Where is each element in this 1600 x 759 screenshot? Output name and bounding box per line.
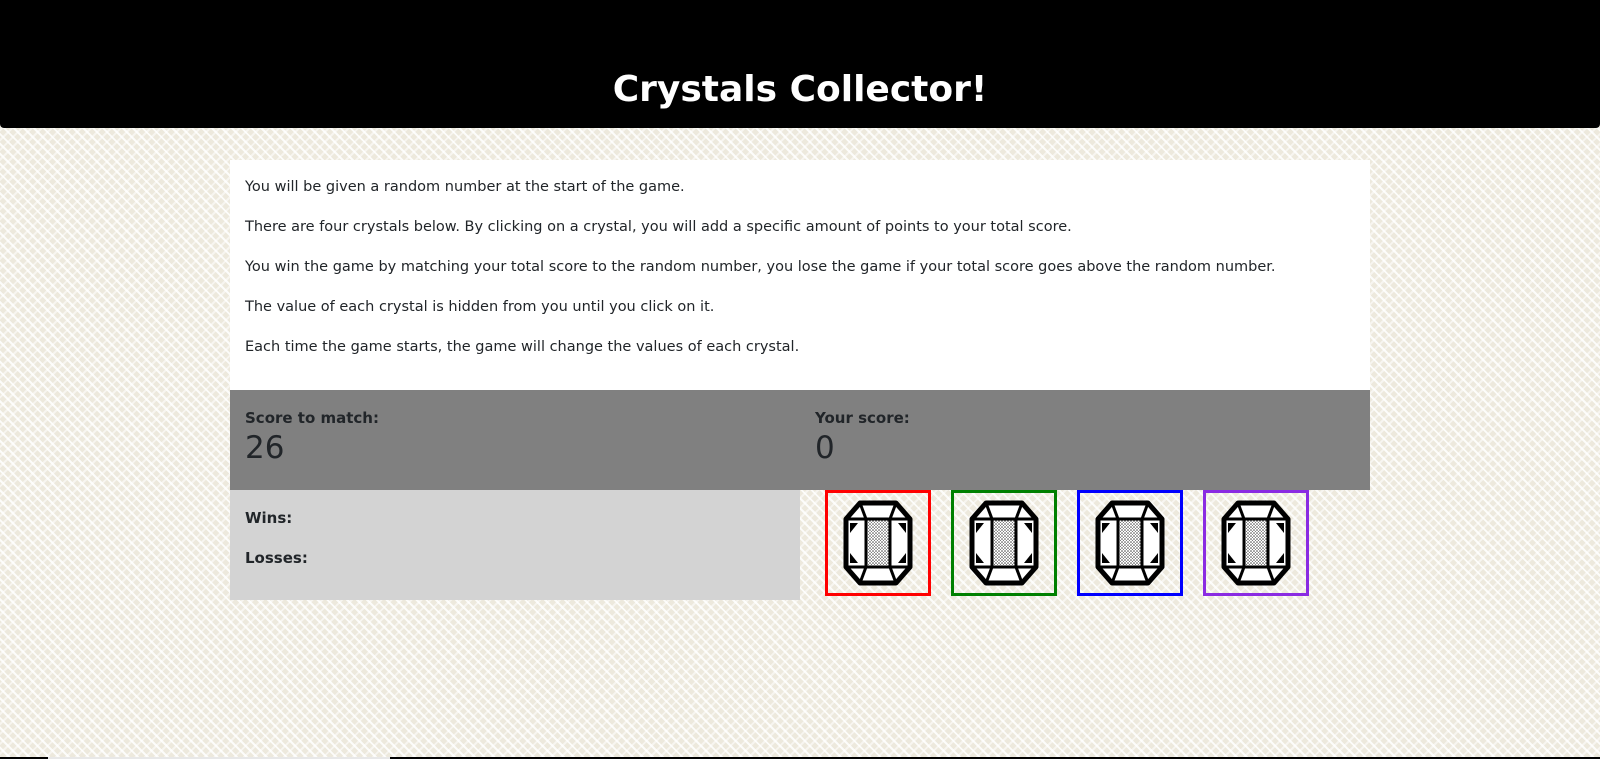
user-score-value: 0 [815, 430, 835, 466]
instruction-text: There are four crystals below. By clicki… [245, 219, 1072, 235]
instruction-text: You will be given a random number at the… [245, 179, 685, 195]
crystal-gem-icon [842, 499, 914, 587]
crystal-button-blue[interactable] [1077, 490, 1183, 596]
losses-label: Losses: [245, 549, 308, 567]
target-score-label: Score to match: [245, 409, 379, 427]
instruction-text: The value of each crystal is hidden from… [245, 299, 715, 315]
wins-label: Wins: [245, 509, 293, 527]
user-score-block: Your score: 0 [800, 408, 1370, 490]
target-score-block: Score to match: 26 [230, 408, 800, 490]
instructions-box: You will be given a random number at the… [230, 160, 1370, 390]
crystal-row [800, 490, 1309, 600]
crystal-button-green[interactable] [951, 490, 1057, 596]
crystal-button-purple[interactable] [1203, 490, 1309, 596]
game-panel: You will be given a random number at the… [230, 160, 1370, 600]
target-score-value: 26 [245, 430, 285, 466]
header-bar: Crystals Collector! [0, 0, 1600, 128]
user-score-label: Your score: [815, 409, 910, 427]
page-title: Crystals Collector! [612, 69, 988, 110]
crystal-gem-icon [1220, 499, 1292, 587]
crystal-button-red[interactable] [825, 490, 931, 596]
instruction-text: Each time the game starts, the game will… [245, 339, 800, 355]
bottom-section: Wins: Losses: [230, 490, 1370, 600]
crystal-gem-icon [968, 499, 1040, 587]
win-loss-record: Wins: Losses: [230, 490, 800, 600]
score-section: Score to match: 26 Your score: 0 [230, 390, 1370, 490]
crystal-gem-icon [1094, 499, 1166, 587]
instruction-text: You win the game by matching your total … [245, 259, 1276, 275]
